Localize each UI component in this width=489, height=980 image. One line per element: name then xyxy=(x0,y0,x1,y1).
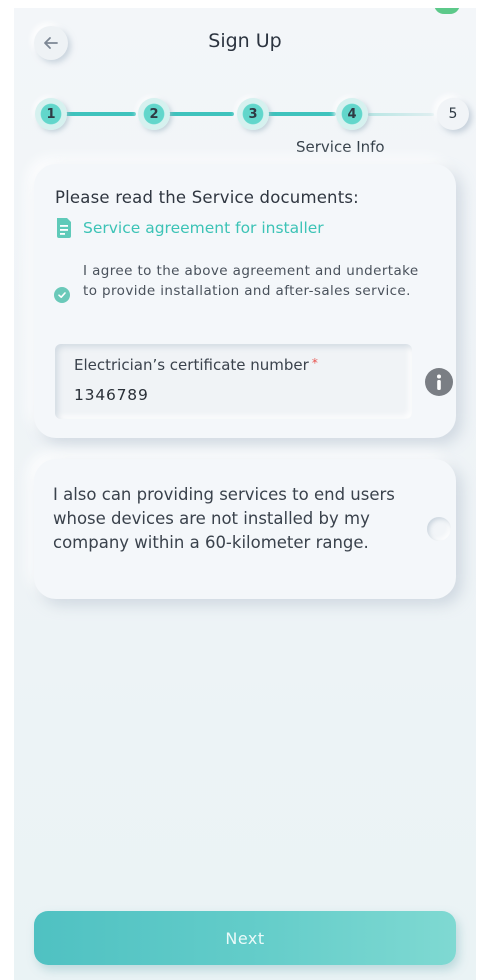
step-connector xyxy=(368,113,434,116)
agreement-checkbox[interactable] xyxy=(54,287,70,303)
page-title: Sign Up xyxy=(208,30,282,52)
step-5: 5 xyxy=(437,98,469,130)
certificate-number-input[interactable]: 1346789 xyxy=(74,386,149,404)
certificate-number-field[interactable]: Electrician’s certificate number * 134678… xyxy=(55,344,412,419)
next-button[interactable]: Next xyxy=(34,911,456,965)
document-icon xyxy=(57,218,71,238)
required-asterisk: * xyxy=(311,356,318,370)
step-4-current: 4 xyxy=(336,98,368,130)
header: Sign Up xyxy=(14,8,476,78)
step-2: 2 xyxy=(138,98,170,130)
signup-screen: Sign Up 1 2 3 4 5 Service Info Please re… xyxy=(14,8,476,980)
progress-stepper: 1 2 3 4 5 Service Info xyxy=(14,88,476,160)
service-documents-card: Please read the Service documents: Servi… xyxy=(34,164,456,438)
certificate-number-label: Electrician’s certificate number * xyxy=(74,356,318,374)
check-icon xyxy=(58,292,66,298)
service-agreement-link[interactable]: Service agreement for installer xyxy=(55,216,324,240)
info-button[interactable] xyxy=(425,368,453,396)
info-icon xyxy=(437,374,441,390)
service-agreement-link-label: Service agreement for installer xyxy=(83,219,324,237)
step-connector xyxy=(64,112,136,116)
service-range-card: I also can providing services to end use… xyxy=(34,459,456,599)
service-range-radio[interactable] xyxy=(427,517,451,541)
step-connector xyxy=(168,112,234,116)
step-caption: Service Info xyxy=(296,138,385,156)
service-range-text: I also can providing services to end use… xyxy=(53,485,395,552)
step-3: 3 xyxy=(237,98,269,130)
documents-heading: Please read the Service documents: xyxy=(55,188,359,207)
step-connector xyxy=(266,112,336,116)
step-1: 1 xyxy=(35,98,67,130)
agreement-text: I agree to the above agreement and under… xyxy=(83,263,419,299)
